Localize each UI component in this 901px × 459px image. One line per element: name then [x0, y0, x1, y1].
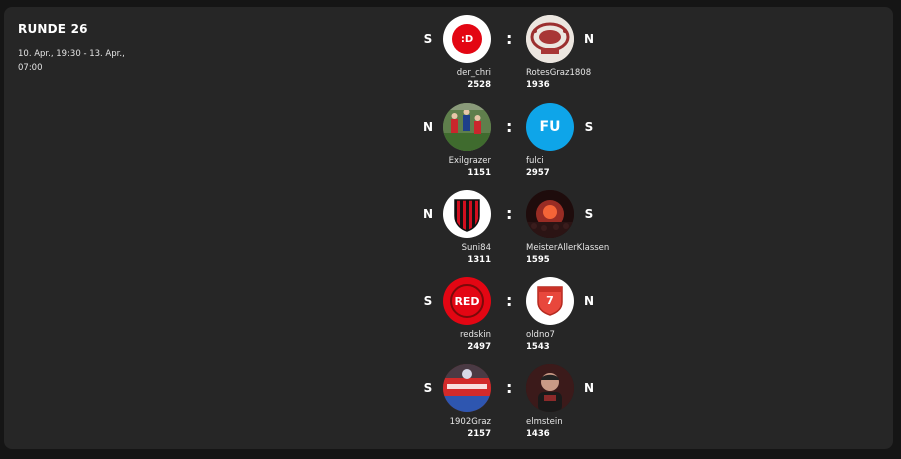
player-score-left: 2157: [467, 429, 491, 439]
separator: :: [506, 378, 513, 397]
separator: :: [506, 291, 513, 310]
result-right: S: [584, 207, 594, 221]
player-name-left[interactable]: der_chri: [457, 68, 491, 78]
result-right: N: [583, 294, 595, 308]
match-row[interactable]: N : S Suni84 1311 MeisterAllerKlassen 15…: [0, 182, 901, 268]
player-name-right[interactable]: RotesGraz1808: [526, 68, 591, 78]
match-row[interactable]: S RED : 7 N redskin 2497 oldno7 1543: [0, 269, 901, 355]
result-right: N: [583, 32, 595, 46]
fan-banner-icon: [443, 364, 491, 412]
flare-crowd-icon: [526, 190, 574, 238]
player-name-left[interactable]: redskin: [460, 330, 491, 340]
player-name-left[interactable]: Suni84: [462, 243, 491, 253]
player-score-right: 2957: [526, 168, 550, 178]
emoticon-logo: :D: [452, 24, 482, 54]
match-row[interactable]: N : FU S Exilgrazer 1151 fulci 2957: [0, 95, 901, 181]
striped-shield-icon: [454, 199, 480, 232]
player-score-right: 1936: [526, 80, 550, 90]
player-score-left: 1311: [467, 255, 491, 265]
player-score-left: 2528: [467, 80, 491, 90]
avatar-der-chri[interactable]: :D: [443, 15, 491, 63]
avatar-elmstein[interactable]: [526, 364, 574, 412]
player-score-left: 2497: [467, 342, 491, 352]
player-score-left: 1151: [467, 168, 491, 178]
person-photo-icon: [526, 364, 574, 412]
result-right: S: [584, 120, 594, 134]
player-score-right: 1595: [526, 255, 550, 265]
player-name-right[interactable]: MeisterAllerKlassen: [526, 243, 609, 253]
player-name-left[interactable]: 1902Graz: [450, 417, 491, 427]
avatar-redskin[interactable]: RED: [443, 277, 491, 325]
player-score-right: 1543: [526, 342, 550, 352]
avatar-suni84[interactable]: [443, 190, 491, 238]
number-shield-icon: 7: [537, 286, 563, 316]
red-logo-text: RED: [454, 294, 480, 308]
separator: :: [506, 29, 513, 48]
result-left: S: [423, 32, 433, 46]
separator: :: [506, 117, 513, 136]
player-name-right[interactable]: oldno7: [526, 330, 555, 340]
player-name-right[interactable]: fulci: [526, 156, 544, 166]
result-left: S: [423, 381, 433, 395]
players-photo-icon: [443, 103, 491, 151]
avatar-oldno7[interactable]: 7: [526, 277, 574, 325]
separator: :: [506, 204, 513, 223]
avatar-meisterallerklassen[interactable]: [526, 190, 574, 238]
match-row[interactable]: S :D : N der_chri 2528 RotesGraz1808 193…: [0, 7, 901, 93]
result-left: S: [423, 294, 433, 308]
result-right: N: [583, 381, 595, 395]
player-name-left[interactable]: Exilgrazer: [449, 156, 491, 166]
initials-text: FU: [539, 119, 561, 135]
avatar-rotesgraz1808[interactable]: [526, 15, 574, 63]
player-score-right: 1436: [526, 429, 550, 439]
result-left: N: [422, 207, 434, 221]
red-logo-ring: RED: [450, 284, 484, 318]
player-name-right[interactable]: elmstein: [526, 417, 563, 427]
avatar-fulci[interactable]: FU: [526, 103, 574, 151]
shield-number: 7: [546, 294, 554, 307]
club-crest-icon: [526, 15, 574, 63]
result-left: N: [422, 120, 434, 134]
match-row[interactable]: S : N 1902Graz 2157 elmstein 1436: [0, 356, 901, 442]
avatar-1902graz[interactable]: [443, 364, 491, 412]
avatar-exilgrazer[interactable]: [443, 103, 491, 151]
